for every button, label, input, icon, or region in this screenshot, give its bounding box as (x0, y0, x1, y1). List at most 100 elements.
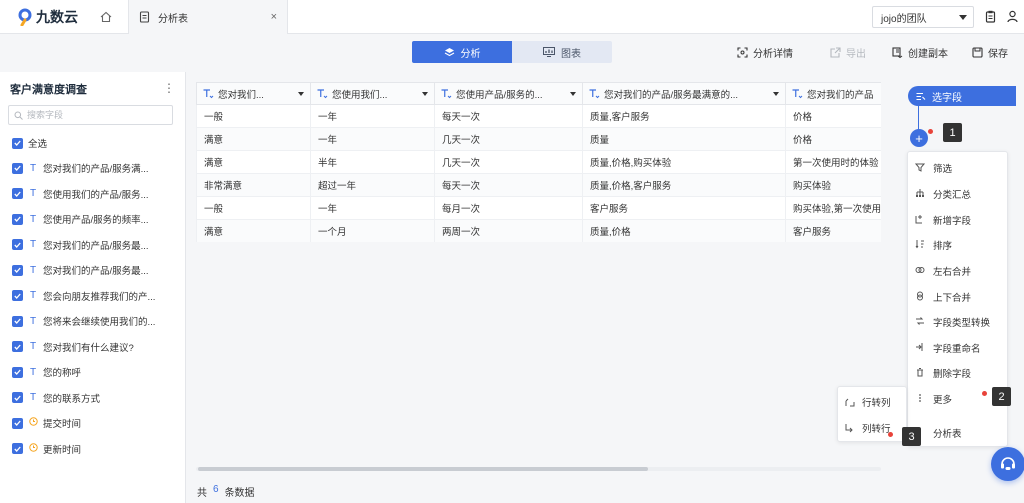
table-cell[interactable]: 价格 (785, 127, 881, 151)
table-cell[interactable]: 质量,客户服务 (582, 104, 786, 128)
field-item[interactable]: 提交时间 (12, 416, 81, 430)
operation-menu-item[interactable]: 新增字段 (915, 213, 971, 227)
checkbox-checked-icon (12, 443, 23, 454)
table-cell[interactable]: 一年 (310, 196, 435, 220)
operation-menu-item[interactable]: 左右合并 (915, 264, 971, 278)
column-dropdown-icon[interactable] (298, 91, 304, 96)
submenu-row-to-column[interactable]: 行转列 (845, 395, 891, 409)
clipboard-button[interactable] (985, 10, 996, 26)
more-vertical-icon[interactable]: ⋮ (163, 81, 175, 95)
table-body: 一般 一年 每天一次 质量,客户服务 价格 满意 一年 几天一次 质量 价格 满意 半年 几天一次 质量,… (196, 104, 881, 242)
submenu-column-to-row[interactable]: 列转行 (845, 421, 891, 435)
operation-menu-item[interactable]: 分类汇总 (915, 187, 971, 201)
field-search-input[interactable] (27, 110, 167, 120)
column-dropdown-icon[interactable] (773, 91, 779, 96)
field-label: 您对我们的产品/服务满... (43, 164, 149, 175)
logo-text: 九数云 (36, 9, 78, 25)
field-item[interactable]: T 您的称呼 (12, 365, 81, 379)
table-cell[interactable]: 一般 (196, 196, 311, 220)
table-cell[interactable]: 每天一次 (434, 104, 583, 128)
table-cell[interactable]: 一年 (310, 104, 435, 128)
table-cell[interactable]: 第一次使用时的体验 (785, 150, 881, 174)
table-cell[interactable]: 质量 (582, 127, 786, 151)
user-button[interactable] (1007, 10, 1018, 26)
save-button[interactable]: 保存 (972, 45, 1008, 60)
table-cell[interactable]: 每天一次 (434, 173, 583, 197)
table-cell[interactable]: 非常满意 (196, 173, 311, 197)
table-cell[interactable]: 几天一次 (434, 127, 583, 151)
filter-icon (914, 162, 926, 174)
field-item[interactable]: T 您将来会继续使用我们的... (12, 314, 155, 328)
chart-icon (543, 47, 555, 57)
operation-menu-label: 筛选 (933, 164, 953, 175)
column-header[interactable]: 您使用产品/服务的... (434, 82, 583, 105)
table-row[interactable]: 非常满意 超过一年 每天一次 质量,价格,客户服务 购买体验 (196, 173, 881, 197)
column-dropdown-icon[interactable] (570, 91, 576, 96)
chart-view-button[interactable]: 图表 (512, 41, 612, 63)
table-cell[interactable]: 半年 (310, 150, 435, 174)
table-cell[interactable]: 每月一次 (434, 196, 583, 220)
select-field-step[interactable]: 选字段 (908, 86, 1016, 106)
table-cell[interactable]: 一个月 (310, 219, 435, 242)
field-item[interactable]: T 您对我们的产品/服务最... (12, 263, 149, 277)
team-select[interactable]: jojo的团队 (872, 6, 974, 28)
operation-menu-item[interactable]: 字段重命名 (915, 341, 981, 355)
column-header[interactable]: 您对我们的产品/服务最满意的... (582, 82, 786, 105)
field-item[interactable]: T 您对我们的产品/服务最... (12, 238, 149, 252)
operation-menu-item[interactable]: 上下合并 (915, 290, 971, 304)
field-item[interactable]: 更新时间 (12, 442, 81, 456)
chat-support-button[interactable] (991, 447, 1024, 481)
table-cell[interactable]: 客户服务 (785, 219, 881, 242)
table-cell[interactable]: 质量,价格 (582, 219, 786, 242)
table-row[interactable]: 一般 一年 每天一次 质量,客户服务 价格 (196, 104, 881, 128)
table-cell[interactable]: 满意 (196, 150, 311, 174)
column-header[interactable]: 您使用我们... (310, 82, 435, 105)
tab-close-icon[interactable]: × (271, 11, 277, 23)
add-step-button[interactable]: + (910, 129, 928, 147)
analysis-detail-button[interactable]: 分析详情 (737, 45, 793, 60)
field-item[interactable]: T 您对我们有什么建议? (12, 340, 134, 354)
field-item[interactable]: T 您使用产品/服务的频率... (12, 212, 149, 226)
column-header[interactable]: 您对我们的产品 (785, 82, 881, 105)
table-cell[interactable]: 购买体验 (785, 173, 881, 197)
tab-analysis-table[interactable]: 分析表 × (128, 0, 288, 34)
export-button[interactable]: 导出 (830, 45, 866, 60)
column-dropdown-icon[interactable] (422, 91, 428, 96)
table-cell[interactable]: 质量,价格,客户服务 (582, 173, 786, 197)
home-button[interactable] (96, 8, 116, 26)
app-logo[interactable]: 九数云 (16, 7, 78, 27)
table-row[interactable]: 满意 一个月 两周一次 质量,价格 客户服务 (196, 219, 881, 242)
field-label: 您的联系方式 (43, 393, 101, 405)
field-item[interactable]: T 您会向朋友推荐我们的产... (12, 289, 155, 303)
operation-menu-item[interactable]: 分析表 (915, 426, 962, 440)
pointer-dot-3 (888, 432, 893, 437)
select-all-checkbox[interactable]: 全选 (12, 136, 47, 150)
operation-menu-item[interactable]: 筛选 (914, 161, 953, 175)
field-item[interactable]: T 您对我们的产品/服务满... (12, 161, 149, 175)
table-cell[interactable]: 一般 (196, 104, 311, 128)
table-cell[interactable]: 一年 (310, 127, 435, 151)
table-cell[interactable]: 几天一次 (434, 150, 583, 174)
operation-menu-item[interactable]: 更多 (915, 392, 952, 406)
table-cell[interactable]: 两周一次 (434, 219, 583, 242)
table-cell[interactable]: 质量,价格,购买体验 (582, 150, 786, 174)
analysis-view-button[interactable]: 分析 (412, 41, 512, 63)
table-cell[interactable]: 购买体验,第一次使用 (785, 196, 881, 220)
table-cell[interactable]: 满意 (196, 127, 311, 151)
table-row[interactable]: 满意 半年 几天一次 质量,价格,购买体验 第一次使用时的体验 (196, 150, 881, 174)
column-header[interactable]: 您对我们... (196, 82, 311, 105)
table-row[interactable]: 一般 一年 每月一次 客户服务 购买体验,第一次使用 (196, 196, 881, 220)
field-item[interactable]: T 您使用我们的产品/服务... (12, 187, 149, 201)
scrollbar-thumb[interactable] (198, 467, 648, 471)
create-copy-button[interactable]: 创建副本 (892, 45, 948, 60)
table-cell[interactable]: 超过一年 (310, 173, 435, 197)
table-cell[interactable]: 价格 (785, 104, 881, 128)
table-row[interactable]: 满意 一年 几天一次 质量 价格 (196, 127, 881, 151)
operation-menu-item[interactable]: 排序 (915, 238, 952, 252)
table-cell[interactable]: 满意 (196, 219, 311, 242)
table-cell[interactable]: 客户服务 (582, 196, 786, 220)
operation-menu-item[interactable]: 字段类型转换 (915, 315, 990, 329)
pointer-dot-2 (982, 391, 987, 396)
field-item[interactable]: T 您的联系方式 (12, 391, 100, 405)
operation-menu-item[interactable]: 删除字段 (915, 366, 971, 380)
